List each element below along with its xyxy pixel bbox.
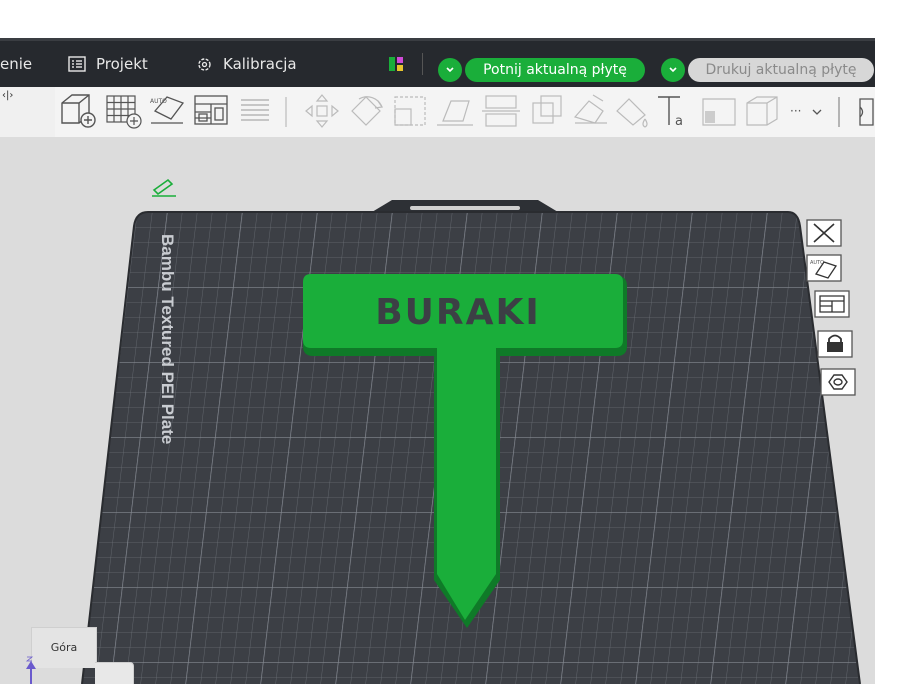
slice-dropdown-button[interactable]: [438, 58, 462, 82]
split-objects-icon[interactable]: [859, 98, 874, 126]
lay-on-face-icon[interactable]: [437, 100, 473, 126]
svg-text:a: a: [675, 114, 683, 129]
panel-collapse-toggle[interactable]: ‹|›: [2, 90, 13, 101]
3d-viewport[interactable]: Bambu Textured PEI Plate BURAKI AUTO Gór…: [0, 137, 875, 684]
scale-icon[interactable]: [394, 96, 426, 126]
arrange-icon[interactable]: [194, 95, 228, 125]
add-model-icon[interactable]: [61, 94, 96, 128]
toolbar-more-button[interactable]: ···: [790, 104, 801, 118]
menu-separator: [422, 53, 423, 75]
auto-orient-icon[interactable]: AUTO: [150, 96, 185, 124]
edit-plate-icon[interactable]: [152, 178, 176, 197]
plate-settings-icon[interactable]: [820, 368, 856, 396]
view-cube-top-face[interactable]: Góra: [31, 627, 97, 668]
color-paint-icon[interactable]: [616, 98, 648, 128]
top-blank-area: [0, 0, 918, 40]
menu-item-project[interactable]: Projekt: [96, 41, 148, 87]
plate-handle-highlight: [410, 206, 520, 210]
plate-auto-orient-icon[interactable]: AUTO: [806, 254, 842, 282]
multicolor-icon[interactable]: [389, 57, 403, 71]
axis-z-indicator-icon: [25, 656, 36, 684]
print-dropdown-button[interactable]: [661, 58, 685, 82]
slice-plate-button[interactable]: Potnij aktualną płytę: [465, 58, 645, 82]
right-blank-area: [875, 41, 918, 684]
left-panel: ‹|›: [0, 87, 55, 137]
chevron-down-icon: [669, 67, 677, 73]
add-plate-icon[interactable]: [106, 95, 142, 129]
cut-icon[interactable]: [482, 95, 520, 127]
main-toolbar: AUTO a ···: [55, 87, 875, 137]
project-icon: [68, 56, 86, 72]
print-plate-button[interactable]: Drukuj aktualną płytę: [688, 58, 874, 82]
measure-icon[interactable]: [702, 98, 736, 126]
menu-item-calibration[interactable]: Kalibracja: [223, 41, 297, 87]
plate-lock-icon[interactable]: [817, 330, 853, 358]
layers-icon[interactable]: [241, 99, 269, 121]
plate-type-label: Bambu Textured PEI Plate: [158, 234, 177, 444]
text-tool-icon[interactable]: a: [658, 96, 683, 129]
assembly-icon[interactable]: [746, 96, 778, 126]
chevron-down-icon: [446, 67, 454, 73]
calibration-icon: [198, 58, 211, 71]
menu-item-prepare[interactable]: enie: [0, 41, 32, 87]
plate-arrange-icon[interactable]: [814, 290, 850, 318]
model-embossed-text: BURAKI: [375, 292, 541, 333]
chevron-down-icon[interactable]: [812, 109, 822, 115]
rotate-icon[interactable]: [351, 96, 384, 126]
close-plate-icon[interactable]: [806, 219, 842, 247]
boolean-icon[interactable]: [532, 95, 562, 124]
move-icon[interactable]: [305, 94, 339, 128]
support-paint-icon[interactable]: [573, 94, 607, 124]
view-cube-side-face[interactable]: [95, 662, 134, 684]
